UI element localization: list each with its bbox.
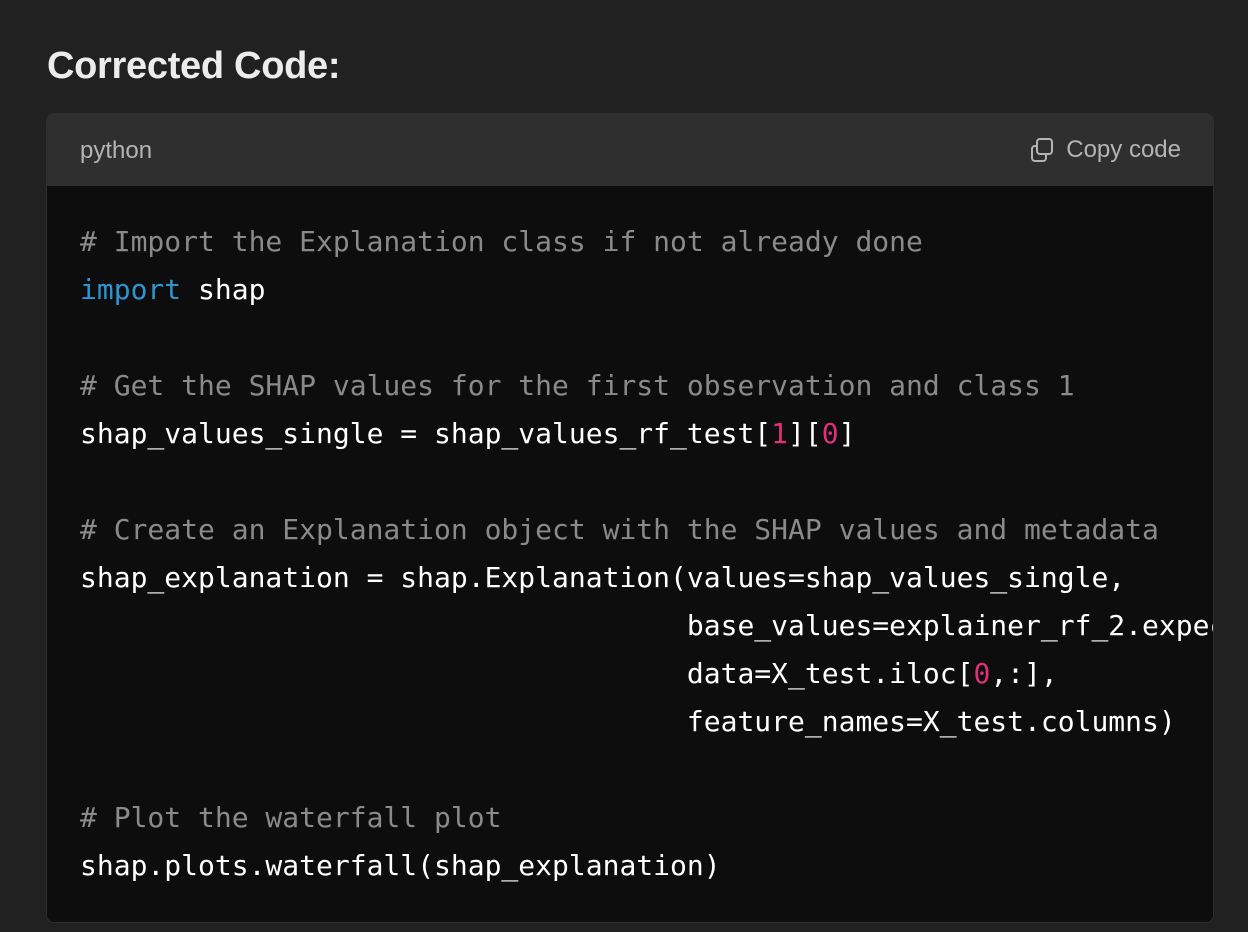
section-heading: Corrected Code: <box>47 45 341 87</box>
code-token-plain: ] <box>838 417 856 450</box>
code-token-number: 0 <box>973 657 991 690</box>
copy-code-button[interactable]: Copy code <box>1028 134 1181 166</box>
code-content[interactable]: # Import the Explanation class if not al… <box>80 218 1213 922</box>
code-line: # Plot the waterfall plot <box>80 794 1213 842</box>
code-token-comment: # Plot the waterfall plot <box>80 801 502 834</box>
code-token-plain: ][ <box>788 417 822 450</box>
code-token-number: 0 <box>821 417 839 450</box>
copy-code-label: Copy code <box>1066 136 1181 163</box>
code-line: data=X_test.iloc[0,:], <box>80 650 1213 698</box>
code-token-plain: base_values=explainer_rf_2.expected_valu… <box>686 609 1213 642</box>
code-token-comment: # Import the Explanation class if not al… <box>80 225 923 258</box>
code-token-plain: data=X_test.iloc[ <box>80 657 974 690</box>
code-token-comment: # Create an Explanation object with the … <box>80 513 1159 546</box>
code-line: base_values=explainer_rf_2.expected_valu… <box>80 602 1213 650</box>
code-token-plain: shap.plots.waterfall(shap_explanation) <box>80 849 721 882</box>
code-line: # Create an Explanation object with the … <box>80 506 1213 554</box>
code-block: python Copy code # Import the Explanatio… <box>46 113 1214 923</box>
code-line: # Import the Explanation class if not al… <box>80 218 1213 266</box>
code-line: shap_explanation = shap.Explanation(valu… <box>80 554 1213 602</box>
code-line: shap.plots.waterfall(shap_explanation) <box>80 842 1213 890</box>
code-token-keyword: import <box>80 273 182 306</box>
code-line: import shap <box>80 266 1213 314</box>
copy-icon <box>1028 136 1056 164</box>
code-token-plain: ,:], <box>990 657 1058 690</box>
code-token-plain: shap <box>181 273 266 306</box>
code-token-plain: shap_explanation = shap.Explanation(valu… <box>80 561 1126 594</box>
code-token-plain: shap_values_single = shap_values_rf_test… <box>80 417 772 450</box>
code-line: shap_values_single = shap_values_rf_test… <box>80 410 1213 458</box>
code-token-number: 1 <box>771 417 789 450</box>
language-label: python <box>80 137 153 164</box>
code-block-header: python Copy code <box>47 114 1213 186</box>
code-line: # Get the SHAP values for the first obse… <box>80 362 1213 410</box>
code-line: feature_names=X_test.columns) <box>80 698 1213 746</box>
code-token-plain: feature_names=X_test.columns) <box>80 705 1176 738</box>
code-token-comment: # Get the SHAP values for the first obse… <box>80 369 1075 402</box>
